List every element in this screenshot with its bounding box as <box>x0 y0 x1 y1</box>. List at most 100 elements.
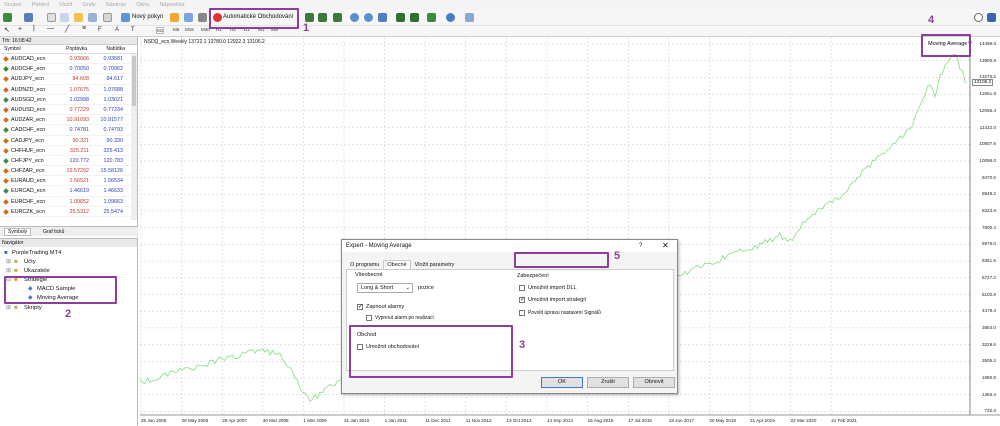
data-window-icon[interactable] <box>60 13 69 22</box>
community-icon[interactable] <box>987 13 996 22</box>
reset-button[interactable]: Obnovit <box>633 377 675 388</box>
market-watch-icon[interactable] <box>47 13 56 22</box>
market-watch-row[interactable]: AUDJPY_ecn 84.608 84.617 <box>0 74 137 85</box>
cursor-icon[interactable]: ↖ <box>4 26 10 34</box>
cancel-button[interactable]: Zrušit <box>587 377 629 388</box>
fibonacci-icon[interactable]: F <box>98 27 102 33</box>
zoom-out-icon[interactable] <box>364 13 373 22</box>
tile-windows-icon[interactable] <box>378 13 387 22</box>
market-icon[interactable] <box>198 13 207 22</box>
market-watch-row[interactable]: CADCHF_ecn 0.74781 0.74793 <box>0 125 137 136</box>
terminal-icon[interactable] <box>88 13 97 22</box>
menu-insert[interactable]: Vložit <box>59 2 72 8</box>
menu-tools[interactable]: Nástroje <box>106 2 126 8</box>
time-axis-label: 17 Jul 2016 <box>628 418 652 423</box>
timeframe-m1[interactable]: M1 <box>156 27 165 34</box>
general-group-label: Všeobecné <box>355 272 383 278</box>
nav-indicators[interactable]: Ukazatele <box>24 268 50 274</box>
expand-icon[interactable]: ⊞ <box>6 259 11 265</box>
horizontal-line-icon[interactable]: — <box>47 25 54 32</box>
new-chart-icon[interactable] <box>3 13 12 22</box>
templates-icon[interactable] <box>465 13 474 22</box>
tab-symbols[interactable]: Symboly <box>4 228 32 236</box>
market-watch-row[interactable]: AUDCHF_ecn 0.70050 0.70062 <box>0 64 137 75</box>
market-watch-row[interactable]: CADJPY_ecn 90.321 90.330 <box>0 136 137 146</box>
chevron-down-icon: ⌄ <box>405 285 410 291</box>
market-watch-row[interactable]: EURCHF_ecn 1.09652 1.09663 <box>0 197 137 207</box>
menu-view[interactable]: Pohled <box>32 2 49 8</box>
line-chart-icon[interactable] <box>333 13 342 22</box>
expand-icon[interactable]: ⊞ <box>6 305 11 311</box>
allow-dll-checkbox[interactable] <box>519 285 525 291</box>
timeframe-m15[interactable]: M15 <box>185 27 194 32</box>
indicators-icon[interactable] <box>427 13 436 22</box>
time-axis-label: 11 Dec 2011 <box>425 418 451 423</box>
allow-signals-checkbox[interactable] <box>519 310 525 316</box>
enable-alerts-checkbox[interactable]: ✓ <box>357 304 363 310</box>
new-order-icon[interactable] <box>121 13 130 22</box>
market-watch-row[interactable]: AUDSGD_ecn 1.02998 1.03021 <box>0 95 137 105</box>
chart-header: NSDQ_ecn,Weekly 13722.1 13780.0 12922.3 … <box>144 39 265 45</box>
nav-accounts[interactable]: Účty <box>24 259 36 265</box>
market-watch-row[interactable]: EURCAD_ecn 1.46619 1.46633 <box>0 186 137 197</box>
text-icon[interactable]: A <box>115 27 119 33</box>
market-watch-row[interactable]: CHFJPY_ecn 120.772 120.783 <box>0 156 137 167</box>
vertical-line-icon[interactable]: | <box>33 25 35 32</box>
market-watch-row[interactable]: AUDNZD_ecn 1.07675 1.07688 <box>0 85 137 95</box>
market-watch-row[interactable]: EURCZK_ecn 25.5312 25.5474 <box>0 207 137 217</box>
bar-chart-icon[interactable] <box>305 13 314 22</box>
channel-icon[interactable]: ≡ <box>82 25 86 32</box>
navigator-panel: Navigátor ■ PurpleTrading MT4 ⊞ ■ Účty ⊞… <box>0 238 138 426</box>
timeframe-m5[interactable]: M5 <box>173 27 179 32</box>
trendline-icon[interactable]: ╱ <box>65 25 69 33</box>
zoom-in-icon[interactable] <box>350 13 359 22</box>
label-icon[interactable]: T <box>131 27 135 33</box>
nav-scripts[interactable]: Skripty <box>24 305 42 311</box>
metaeditor-icon[interactable] <box>170 13 179 22</box>
allow-import-checkbox[interactable]: ✓ <box>519 297 525 303</box>
new-order-button[interactable]: Nový pokyn <box>132 14 163 20</box>
time-axis-label: 31 Jan 2010 <box>344 418 370 423</box>
signals-icon[interactable] <box>184 13 193 22</box>
market-watch-row[interactable]: CHFHUF_ecn 325.211 325.413 <box>0 146 137 156</box>
close-icon[interactable]: ✕ <box>662 240 669 252</box>
periods-icon[interactable] <box>446 13 455 22</box>
chart-shift-icon[interactable] <box>396 13 405 22</box>
col-symbol[interactable]: Symbol <box>4 45 21 54</box>
price-axis-label: 8849.2 <box>981 191 996 197</box>
market-watch-row[interactable]: AUDZAR_ecn 10.91093 10.91577 <box>0 115 137 126</box>
autoscroll-icon[interactable] <box>410 13 419 22</box>
market-watch-row[interactable]: AUDUSD_ecn 0.77229 0.77234 <box>0 105 137 116</box>
price-axis-label: 2605.2 <box>981 358 996 364</box>
bid-price: 90.321 <box>72 137 90 144</box>
navigator-icon[interactable] <box>74 13 83 22</box>
search-icon[interactable] <box>974 13 983 22</box>
menu-file[interactable]: Soubor <box>4 2 22 8</box>
tester-icon[interactable] <box>103 13 112 22</box>
col-bid[interactable]: Poptávka <box>66 45 87 54</box>
market-watch-title: Trh: 16:08:42 <box>0 37 137 45</box>
ask-price: 0.74793 <box>103 127 124 134</box>
help-button[interactable]: ? <box>639 240 642 252</box>
menu-charts[interactable]: Grafy <box>82 2 95 8</box>
expand-icon[interactable]: ⊞ <box>6 268 11 274</box>
ok-button[interactable]: OK <box>541 377 583 388</box>
col-ask[interactable]: Nabídka <box>106 45 125 54</box>
market-watch-tabs: Symboly Graf ticků <box>0 226 138 236</box>
menu-window[interactable]: Okno <box>136 2 149 8</box>
nav-root[interactable]: PurpleTrading MT4 <box>12 250 61 256</box>
market-watch-row[interactable]: CHFZAR_ecn 15.57292 15.58126 <box>0 166 137 177</box>
market-watch-row[interactable]: EURAUD_ecn 1.56521 1.56534 <box>0 176 137 187</box>
position-select[interactable]: Long & Short ⌄ <box>357 283 413 293</box>
profiles-icon[interactable] <box>24 13 33 22</box>
tab-tick-chart[interactable]: Graf ticků <box>40 229 67 235</box>
ask-price: 1.03021 <box>103 96 124 103</box>
candles-icon[interactable] <box>318 13 327 22</box>
time-axis-label: 13 Oct 2013 <box>506 418 532 423</box>
disable-alert-checkbox[interactable] <box>366 315 372 321</box>
market-watch-scrollbar[interactable] <box>131 54 137 220</box>
crosshair-icon[interactable]: + <box>18 26 22 33</box>
market-watch-row[interactable]: AUDCAD_ecn 0.93666 0.93681 <box>0 54 137 65</box>
price-axis-label: 3229.6 <box>981 341 996 347</box>
menu-help[interactable]: Nápověda <box>159 2 184 8</box>
